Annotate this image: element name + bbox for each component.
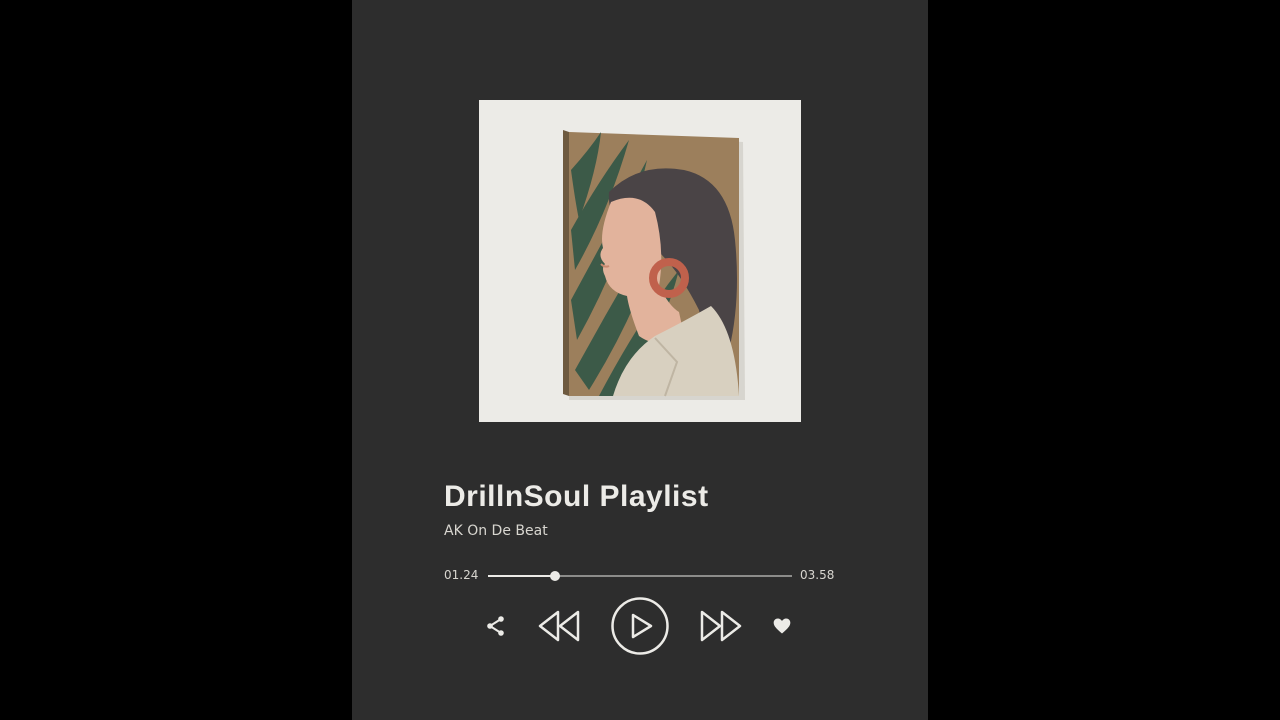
total-time: 03.58 <box>800 568 835 582</box>
album-art <box>479 100 801 422</box>
fast-forward-button[interactable] <box>696 608 744 644</box>
play-button[interactable] <box>611 597 669 655</box>
progress-bar[interactable] <box>488 571 792 581</box>
share-icon <box>487 616 504 636</box>
rewind-icon <box>538 610 580 642</box>
like-button[interactable] <box>772 616 792 636</box>
share-button[interactable] <box>484 614 508 638</box>
play-icon <box>611 597 669 655</box>
elapsed-time: 01.24 <box>444 568 479 582</box>
progress-knob[interactable] <box>549 571 560 581</box>
rewind-button[interactable] <box>536 608 584 644</box>
screen: DrillnSoul Playlist AK On De Beat 01.24 … <box>0 0 1280 720</box>
progress-fill <box>488 575 555 577</box>
heart-icon <box>773 618 791 634</box>
music-player-card: DrillnSoul Playlist AK On De Beat 01.24 … <box>352 0 928 720</box>
track-artist: AK On De Beat <box>444 523 548 539</box>
track-title: DrillnSoul Playlist <box>444 480 709 513</box>
album-art-illustration <box>479 100 801 422</box>
fast-forward-icon <box>700 610 742 642</box>
